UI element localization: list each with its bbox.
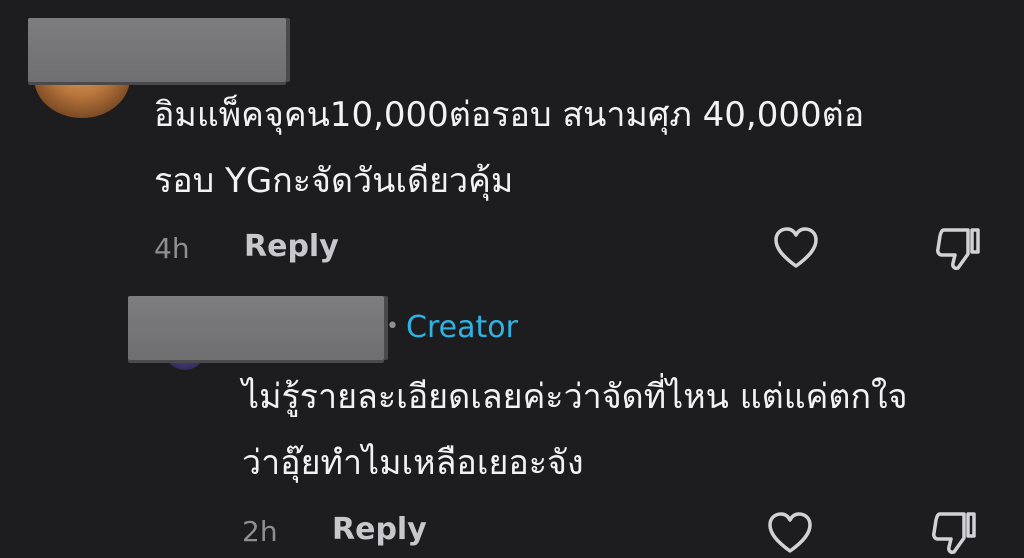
redacted-username <box>28 18 286 82</box>
redacted-username <box>128 296 384 360</box>
reply-timestamp: 2h <box>242 515 278 548</box>
creator-badge: Creator <box>406 310 518 345</box>
thumbs-down-icon[interactable] <box>930 510 978 556</box>
heart-icon[interactable] <box>772 226 820 270</box>
reply-text-line-2: ว่าอุ๊ยทำไมเหลือเยอะจัง <box>242 443 584 483</box>
heart-icon[interactable] <box>766 511 814 555</box>
comment-timestamp: 4h <box>154 232 190 265</box>
reply-text-line-1: ไม่รู้รายละเอียดเลยค่ะว่าจัดที่ไหน แต่แค… <box>242 377 908 417</box>
comment-text-line-1: อิมแพ็คจุคน10,000ต่อรอบ สนามศุภ 40,000ต่… <box>154 95 865 135</box>
comment-text-line-2: รอบ YGกะจัดวันเดียวคุ้ม <box>154 161 514 201</box>
reply-button[interactable]: Reply <box>332 512 427 547</box>
badge-separator-dot: • <box>386 314 399 339</box>
thumbs-down-icon[interactable] <box>934 226 982 272</box>
reply-button[interactable]: Reply <box>244 229 339 264</box>
